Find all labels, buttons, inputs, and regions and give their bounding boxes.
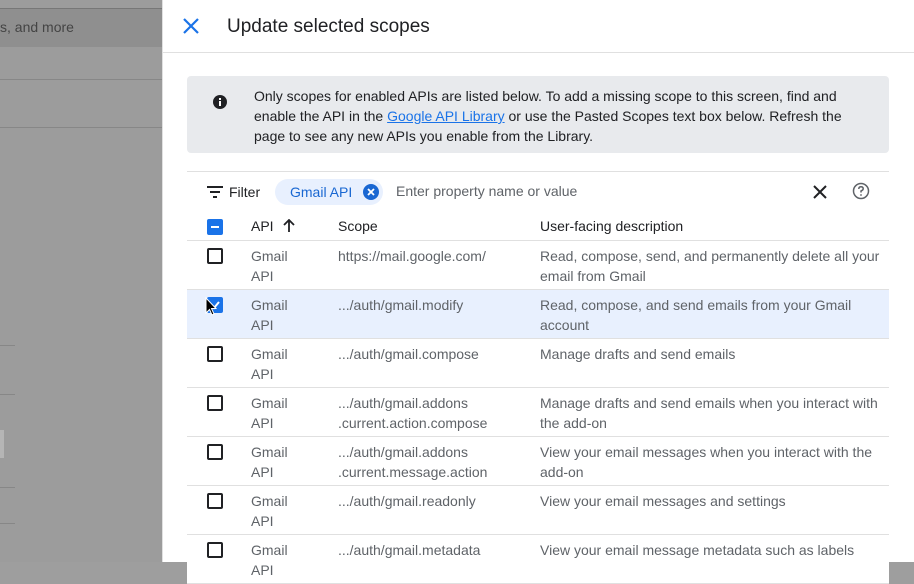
panel-header: Update selected scopes: [163, 0, 914, 53]
description-cell: Manage drafts and send emails: [540, 346, 736, 362]
scope-cell: .../auth/gmail.addons .current.action.com…: [338, 393, 533, 433]
table-row[interactable]: Gmail API .../auth/gmail.metadata View your…: [187, 535, 889, 584]
api-name-line: Gmail: [251, 248, 288, 264]
scope-cell: .../auth/gmail.readonly: [338, 491, 533, 511]
description-cell: Manage drafts and send emails when you i…: [540, 395, 878, 431]
background-divider: [0, 79, 162, 80]
clear-filter-icon[interactable]: [811, 183, 829, 201]
scope-cell: .../auth/gmail.metadata: [338, 540, 533, 560]
background-page: s, and more: [0, 0, 162, 562]
table-row[interactable]: Gmail API https://mail.google.com/Read, co…: [187, 241, 889, 290]
scopes-table: API Scope User-facing description Gmail A…: [187, 211, 889, 584]
api-cell: Gmail API: [251, 491, 321, 531]
api-name-line: API: [251, 464, 274, 480]
filter-label: Filter: [229, 184, 261, 200]
background-item: [0, 430, 4, 458]
scope-line: .current.action.compose: [338, 415, 488, 431]
row-checkbox[interactable]: [207, 395, 223, 411]
sort-arrow-up-icon[interactable]: [283, 219, 295, 233]
api-name-line: Gmail: [251, 297, 288, 313]
api-cell: Gmail API: [251, 344, 321, 384]
description-cell: View your email message metadata such as…: [540, 542, 855, 558]
scope-line: .current.message.action: [338, 464, 488, 480]
api-name-line: API: [251, 268, 274, 284]
header-api[interactable]: API: [251, 218, 274, 234]
api-name-line: Gmail: [251, 395, 288, 411]
description-cell: Read, compose, send, and permanently del…: [540, 248, 880, 284]
background-divider: [0, 394, 15, 395]
filter-chip-gmail-api[interactable]: Gmail API: [275, 179, 383, 205]
scope-line: .../auth/gmail.compose: [338, 346, 479, 362]
scope-line: https://mail.google.com/: [338, 248, 486, 264]
table-row[interactable]: Gmail API .../auth/gmail.addons .current.me…: [187, 437, 889, 486]
scope-cell: .../auth/gmail.compose: [338, 344, 533, 364]
header-scope: Scope: [338, 218, 378, 234]
info-banner: Only scopes for enabled APIs are listed …: [187, 76, 889, 153]
background-divider: [0, 345, 15, 346]
table-row[interactable]: Gmail API .../auth/gmail.readonly View your…: [187, 486, 889, 535]
api-cell: Gmail API: [251, 246, 321, 286]
mouse-cursor-icon: [205, 297, 217, 316]
background-topbar-text: s, and more: [0, 19, 74, 35]
api-name-line: API: [251, 317, 274, 333]
help-icon[interactable]: [852, 182, 870, 200]
api-cell: Gmail API: [251, 540, 321, 580]
description-cell: Read, compose, and send emails from your…: [540, 297, 852, 333]
update-scopes-panel: Update selected scopes Only scopes for e…: [162, 0, 914, 584]
select-all-checkbox[interactable]: [207, 219, 223, 235]
close-icon: [183, 18, 199, 34]
background-topbar: s, and more: [0, 8, 162, 47]
background-divider: [0, 487, 15, 488]
api-name-line: Gmail: [251, 493, 288, 509]
table-row[interactable]: Gmail API .../auth/gmail.compose Manage dra…: [187, 339, 889, 388]
description-cell: View your email messages and settings: [540, 493, 786, 509]
scope-line: .../auth/gmail.addons: [338, 444, 468, 460]
api-name-line: API: [251, 513, 274, 529]
close-button[interactable]: [179, 14, 203, 38]
scope-cell: .../auth/gmail.addons .current.message.ac…: [338, 442, 533, 482]
scope-line: .../auth/gmail.addons: [338, 395, 468, 411]
api-name-line: Gmail: [251, 346, 288, 362]
row-checkbox[interactable]: [207, 493, 223, 509]
background-divider: [0, 523, 15, 524]
panel-title: Update selected scopes: [227, 16, 430, 37]
api-name-line: Gmail: [251, 542, 288, 558]
api-name-line: API: [251, 562, 274, 578]
table-row[interactable]: Gmail API .../auth/gmail.modify Read, compo…: [187, 290, 889, 339]
filter-bar: Filter Gmail API: [187, 171, 889, 213]
filter-chip-label: Gmail API: [290, 184, 353, 200]
scope-line: .../auth/gmail.readonly: [338, 493, 476, 509]
scope-line: .../auth/gmail.modify: [338, 297, 464, 313]
description-cell: View your email messages when you intera…: [540, 444, 873, 480]
api-name-line: API: [251, 415, 274, 431]
row-checkbox[interactable]: [207, 542, 223, 558]
api-cell: Gmail API: [251, 295, 321, 335]
api-cell: Gmail API: [251, 442, 321, 482]
info-icon: [213, 95, 227, 109]
api-name-line: API: [251, 366, 274, 382]
table-header: API Scope User-facing description: [187, 211, 889, 241]
background-divider: [0, 127, 162, 128]
table-body: Gmail API https://mail.google.com/Read, co…: [187, 241, 889, 584]
remove-chip-icon[interactable]: [363, 184, 379, 200]
scope-cell: .../auth/gmail.modify: [338, 295, 533, 315]
filter-icon: [207, 186, 223, 198]
row-checkbox[interactable]: [207, 346, 223, 362]
scope-cell: https://mail.google.com/: [338, 246, 533, 266]
api-name-line: Gmail: [251, 444, 288, 460]
row-checkbox[interactable]: [207, 248, 223, 264]
api-cell: Gmail API: [251, 393, 321, 433]
scope-line: .../auth/gmail.metadata: [338, 542, 481, 558]
filter-input[interactable]: [396, 180, 786, 202]
row-checkbox[interactable]: [207, 444, 223, 460]
google-api-library-link[interactable]: Google API Library: [387, 108, 505, 124]
indeterminate-icon: [211, 226, 219, 228]
header-description: User-facing description: [540, 218, 684, 234]
table-row[interactable]: Gmail API .../auth/gmail.addons .current.ac…: [187, 388, 889, 437]
info-text: Only scopes for enabled APIs are listed …: [254, 86, 876, 146]
